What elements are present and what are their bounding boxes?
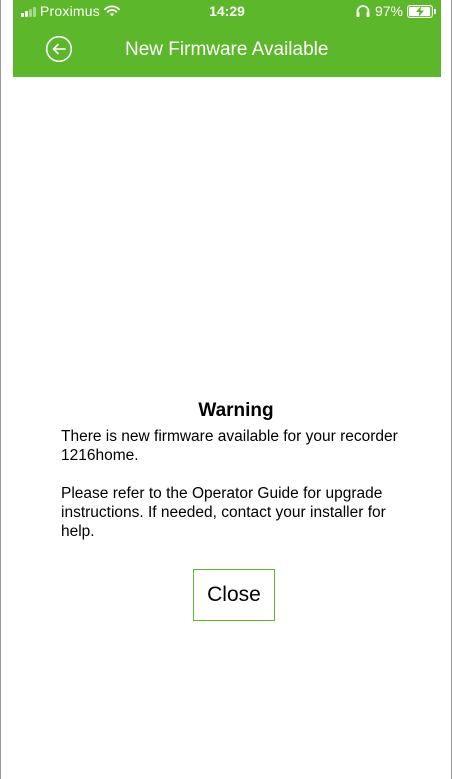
battery-nub (434, 8, 436, 14)
close-button[interactable]: Close (193, 569, 275, 621)
dialog-body: There is new firmware available for your… (61, 427, 421, 541)
warning-dialog: Warning There is new firmware available … (61, 400, 421, 541)
dialog-title: Warning (198, 400, 274, 421)
battery-icon (407, 4, 436, 18)
nav-bar: New Firmware Available (13, 31, 441, 69)
status-bar: Proximus 14:29 97% (13, 0, 441, 22)
dialog-instructions: Please refer to the Operator Guide for u… (61, 485, 386, 540)
phone-frame: Proximus 14:29 97% New Firmware Availabl… (0, 0, 452, 779)
app-header: Proximus 14:29 97% New Firmware Availabl… (13, 0, 441, 77)
status-right: 97% (355, 3, 436, 19)
battery-percent: 97% (374, 3, 403, 19)
dialog-message: There is new firmware available for your… (61, 428, 398, 464)
headphones-icon (356, 5, 370, 17)
charging-bolt-icon (416, 5, 424, 17)
page-title: New Firmware Available (125, 39, 329, 60)
back-arrow-circle-icon[interactable] (45, 35, 73, 63)
